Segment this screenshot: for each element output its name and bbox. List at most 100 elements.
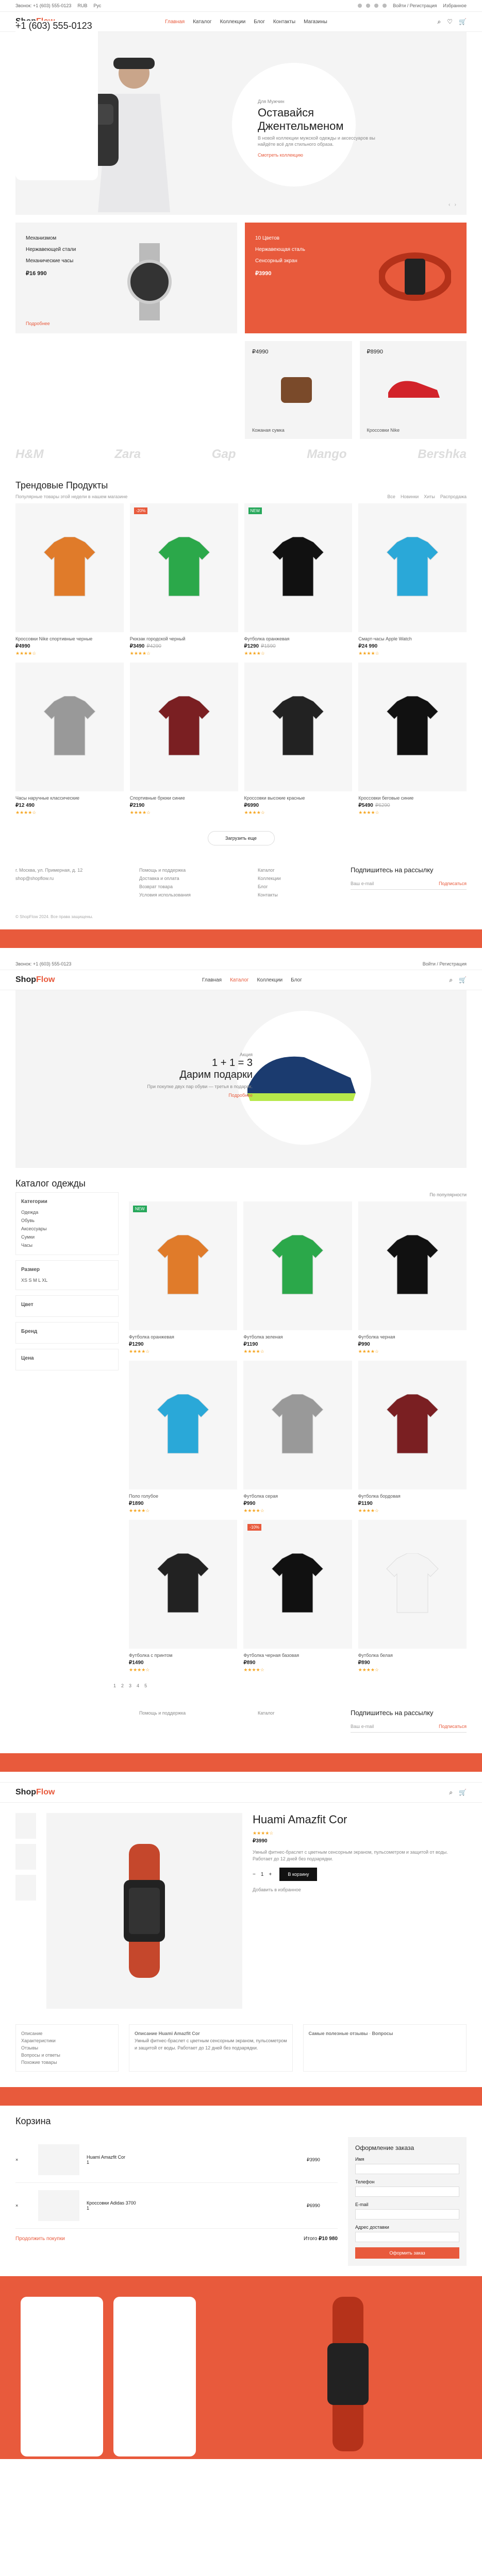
product-card[interactable]: -10% Футболка черная базовая ₽890 ★★★★☆ [243,1520,352,1673]
cart-item-name[interactable]: Huami Amazfit Cor [87,2155,300,2160]
footer-link[interactable]: Каталог [258,1709,340,1717]
account-link[interactable]: Войти / Регистрация [393,3,437,8]
footer-email[interactable]: shop@shopflow.ru [15,874,129,883]
side-item[interactable]: Похожие товары [21,2059,113,2066]
product-name[interactable]: Футболка зеленая [243,1334,352,1340]
filter-size[interactable]: XS [21,1278,27,1283]
product-card[interactable]: Кроссовки высокие красные ₽6990 ★★★★☆ [244,663,353,816]
promo-watch-card[interactable]: Механизмом Нержавеющей стали Механически… [15,223,237,333]
product-card[interactable]: NEW Футболка оранжевая ₽1290 ₽1590 ★★★★☆ [244,503,353,656]
product-image[interactable] [129,663,238,791]
tab-description[interactable]: Описание Huami Amazfit Cor [135,2031,200,2036]
product-card[interactable]: Футболка черная ₽990 ★★★★☆ [358,1201,467,1354]
product-card[interactable]: Футболка белая ₽890 ★★★★☆ [358,1520,467,1673]
filter-size[interactable]: M [33,1278,37,1283]
page-link[interactable]: 5 [144,1683,147,1688]
product-card[interactable]: Поло голубое ₽1890 ★★★★☆ [129,1361,238,1514]
footer-phone[interactable]: +1 (603) 555-0123 [15,21,98,180]
brand-logo[interactable]: Bershka [418,447,467,462]
tab-reviews[interactable]: Самые полезные отзывы [309,2031,368,2036]
continue-shopping-link[interactable]: Продолжить покупки [15,2236,65,2242]
mini-bag-card[interactable]: ₽4990 Кожаная сумка [245,341,352,439]
product-image[interactable] [15,663,124,791]
sort-select[interactable]: По популярности [129,1192,467,1197]
product-image[interactable]: NEW [129,1201,238,1330]
nav-item-stores[interactable]: Магазины [304,19,327,25]
facebook-icon[interactable] [358,4,362,8]
logo[interactable]: ShopFlow [15,1788,55,1797]
product-card[interactable]: Футболка бордовая ₽1190 ★★★★☆ [358,1361,467,1514]
search-icon[interactable]: ⌕ [449,976,453,984]
product-name[interactable]: Рюкзак городской черный [130,636,238,641]
tab-all[interactable]: Все [387,494,395,499]
filter-category[interactable]: Сумки [21,1233,113,1241]
nav-item-home[interactable]: Главная [165,19,185,25]
cart-icon[interactable]: 🛒 [459,18,467,26]
product-image[interactable] [244,663,353,791]
product-name[interactable]: Футболка бордовая [358,1494,467,1499]
nav-item-contacts[interactable]: Контакты [273,19,295,25]
product-card[interactable]: Футболка зеленая ₽1190 ★★★★☆ [243,1201,352,1354]
nav-item-catalog[interactable]: Каталог [193,19,211,25]
brand-logo[interactable]: Gap [212,447,236,462]
add-to-cart-button[interactable]: В корзину [279,1868,318,1881]
product-image[interactable]: -10% [243,1520,352,1649]
side-item[interactable]: Описание [21,2030,113,2037]
product-card[interactable]: NEW Футболка оранжевая ₽1290 ★★★★☆ [129,1201,238,1354]
cart-item-name[interactable]: Кроссовки Adidas 3700 [87,2200,300,2206]
brand-logo[interactable]: Mango [307,447,346,462]
cart-icon[interactable]: 🛒 [459,976,467,984]
product-name[interactable]: Кроссовки высокие красные [244,795,353,801]
filter-category[interactable]: Одежда [21,1208,113,1216]
thumb[interactable] [15,1875,36,1901]
currency-select[interactable]: RUB [77,3,87,8]
tab-sale[interactable]: Распродажа [440,494,467,499]
promo-more-link[interactable]: Подробнее [26,321,50,326]
promo-band-card[interactable]: 10 Цветов Нержавеющая сталь Сенсорный эк… [245,223,467,333]
phone-field[interactable] [355,2187,459,2197]
product-image[interactable] [358,1361,467,1489]
product-image[interactable] [243,1361,352,1489]
heart-icon[interactable]: ♡ [447,18,453,26]
filter-category[interactable]: Часы [21,1241,113,1249]
product-name[interactable]: Кроссовки Nike спортивные черные [15,636,124,641]
load-more-button[interactable]: Загрузить еще [207,831,275,845]
submit-order-button[interactable]: Оформить заказ [355,2247,459,2259]
product-name[interactable]: Смарт-часы Apple Watch [358,636,467,641]
nav-item-home[interactable]: Главная [202,977,222,983]
product-card[interactable]: Часы наручные классические ₽12 490 ★★★★☆ [15,663,124,816]
product-image[interactable] [358,1201,467,1330]
side-item[interactable]: Отзывы [21,2044,113,2052]
product-image[interactable] [358,503,467,632]
product-name[interactable]: Футболка оранжевая [129,1334,237,1340]
quantity-stepper[interactable]: − 1 + [253,1872,272,1877]
cart-item-qty[interactable]: 1 [87,2160,300,2165]
footer-link[interactable]: Возврат товара [139,883,247,891]
product-name[interactable]: Футболка черная [358,1334,467,1340]
youtube-icon[interactable] [383,4,387,8]
footer-link[interactable]: Помощь и поддержка [139,866,247,874]
filter-category[interactable]: Обувь [21,1216,113,1225]
cart-icon[interactable]: 🛒 [459,1789,467,1797]
brand-logo[interactable]: H&M [15,447,44,462]
filter-size[interactable]: XL [42,1278,47,1283]
product-name[interactable]: Футболка с принтом [129,1653,237,1658]
product-card[interactable]: Спортивные брюки синие ₽2190 ★★★★☆ [129,663,238,816]
product-name[interactable]: Футболка оранжевая [244,636,353,641]
product-name[interactable]: Футболка серая [243,1494,352,1499]
thumb[interactable] [15,1813,36,1839]
hero2-link[interactable]: Подробнее [228,1093,253,1098]
product-image[interactable]: NEW [244,503,353,632]
filter-category[interactable]: Аксессуары [21,1225,113,1233]
product-name[interactable]: Часы наручные классические [15,795,124,801]
page-link[interactable]: 2 [121,1683,124,1688]
subscribe-button[interactable]: Подписаться [439,881,467,886]
product-image[interactable]: -20% [129,503,238,632]
subscribe-input[interactable]: Ваш e-mail [351,1724,374,1729]
mini-shoe-card[interactable]: ₽8990 Кроссовки Nike [359,341,467,439]
filter-size[interactable]: L [38,1278,41,1283]
tab-new[interactable]: Новинки [401,494,419,499]
footer-link[interactable]: Коллекции [258,874,340,883]
footer-link[interactable]: Помощь и поддержка [139,1709,247,1717]
remove-icon[interactable]: × [15,2157,31,2162]
